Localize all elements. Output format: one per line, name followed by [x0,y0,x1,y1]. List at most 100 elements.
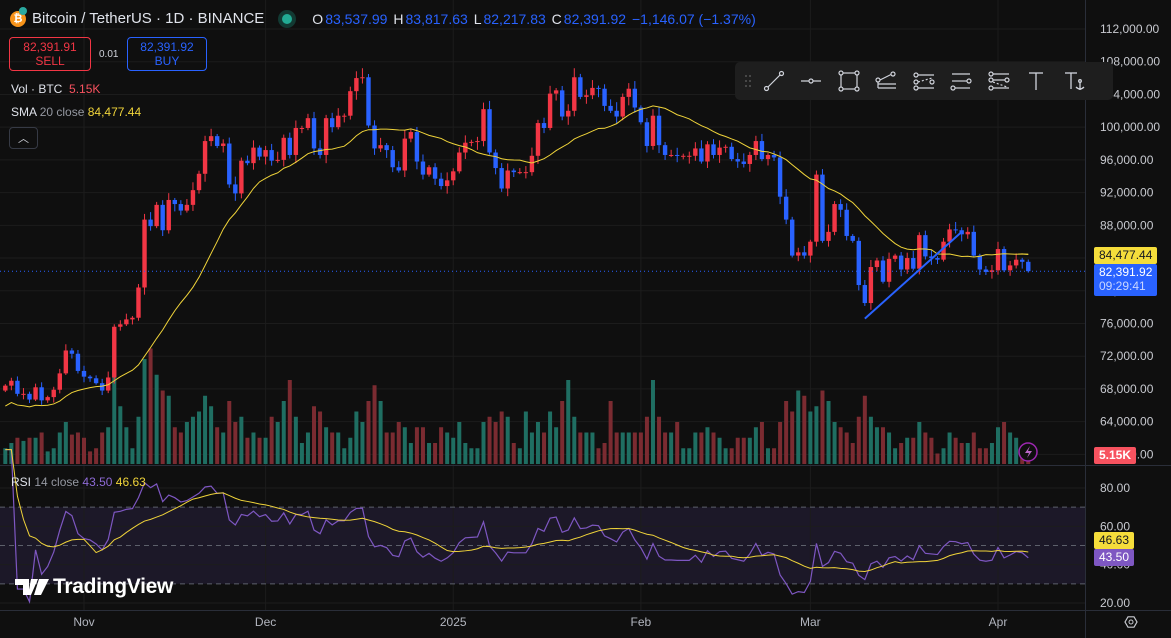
volume-bar [826,401,831,464]
volume-bar [1008,432,1013,464]
collapse-legend-button[interactable]: ︿ [9,127,38,149]
volume-bar [778,422,783,464]
volume-bar [190,416,195,464]
trend-line-icon[interactable] [755,62,793,100]
candle-body [451,171,456,181]
volume-bar [917,422,922,464]
symbol-title[interactable]: Bitcoin / TetherUS · 1D · BINANCE [32,10,264,27]
candle-body [765,154,771,160]
fib-channel-icon[interactable] [980,62,1018,100]
candle-body [1020,259,1025,262]
candle-body [178,204,184,211]
watermark-text: TradingView [53,575,174,598]
close-value: 82,391.92 [563,10,627,27]
volume-bar [209,406,214,464]
volume-bar [100,432,105,464]
volume-bar [747,437,752,464]
volume-bar [977,448,982,464]
candle-body [293,127,299,155]
candle-body [317,148,323,155]
candle-body [190,190,196,205]
rsi-legend[interactable]: RSI 14 close 43.50 46.63 [11,475,146,489]
candle-body [305,118,311,128]
volume-bar [844,432,849,464]
candle-body [221,143,226,146]
candle-body [965,231,970,235]
volume-bar [3,448,8,464]
candle-body [856,240,861,286]
volume-bar [215,427,220,464]
volume-bar [124,427,129,464]
candle-body [3,385,8,391]
market-open-indicator [282,13,293,24]
candle-body [130,317,135,320]
volume-bar [457,422,462,464]
volume-bar [63,422,68,464]
rectangle-icon[interactable] [830,62,868,100]
candle-body [547,93,553,128]
volume-bar [935,453,940,464]
candle-body [81,370,87,377]
sma-legend[interactable]: SMA 20 close 84,477.44 [11,105,141,119]
candle-body [529,155,535,173]
candle-body [390,150,395,168]
volume-bar [184,422,189,464]
candle-body [287,137,293,155]
candle-body [868,267,874,304]
volume-bar [820,390,825,464]
sell-button[interactable]: 82,391.91 SELL [9,37,91,71]
time-axis-label: Apr [989,615,1008,629]
candle-body [977,255,983,270]
ohlc-readout: O 83,537.99 H 83,817.63 L 82,217.83 C 82,391… [312,11,757,27]
volume-bar [893,448,898,464]
volume-bar [632,432,637,464]
volume-bar [142,359,147,464]
volume-bar [475,448,480,464]
candle-body [21,393,26,395]
pitchfork-icon[interactable] [868,62,906,100]
time-axis-label: Feb [631,615,652,629]
buy-button[interactable]: 82,391.92 BUY [127,37,207,71]
candle-body [499,168,504,189]
candle-body [457,152,462,172]
volume-bar [118,406,123,464]
anchored-text-icon[interactable] [1055,62,1093,100]
candle-body [705,144,710,162]
tradingview-logo-icon [15,579,49,595]
candle-body [39,387,44,401]
volume-legend[interactable]: Vol · BTC 5.15K [11,82,100,96]
volume-bar [366,401,371,464]
candle-body [493,152,498,169]
candle-body [826,231,831,241]
candle-body [699,148,704,162]
drag-handle-icon[interactable] [741,62,755,100]
volume-bar [838,427,843,464]
candle-body [796,252,801,256]
candle-body [777,157,783,197]
volume-bar [257,437,262,464]
candle-body [444,180,450,187]
volume-bar [523,411,528,464]
volume-bar [899,443,904,464]
price-axis-tick: 112,000.00 [1100,22,1159,36]
horizontal-ray-icon[interactable] [793,62,831,100]
volume-bar [112,369,117,464]
parallel-channel-icon[interactable] [905,62,943,100]
candle-body [396,167,401,171]
volume-bar [75,432,80,464]
text-icon[interactable] [1018,62,1056,100]
candle-body [747,154,753,164]
volume-bar [384,432,389,464]
volume-bar [51,448,56,464]
candle-body [378,145,383,149]
candle-body [898,255,904,270]
candle-body [632,88,638,108]
volume-value: 5.15K [69,82,101,96]
candle-body [656,115,662,146]
lightning-icon[interactable] [1018,442,1038,462]
candle-body [687,155,692,157]
horizontal-lines-icon[interactable] [943,62,981,100]
open-value: 83,537.99 [325,10,388,27]
volume-bar [566,380,571,464]
candle-body [668,154,674,156]
